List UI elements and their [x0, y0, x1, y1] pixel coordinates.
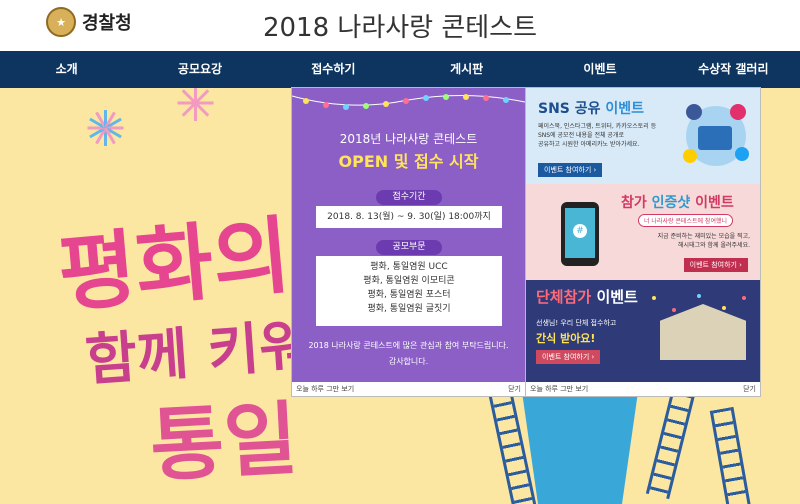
- page-title: 2018 나라사랑 콘테스트: [262, 13, 538, 43]
- hashtag-icon: #: [573, 224, 587, 238]
- group-title-part: 이벤트: [596, 288, 638, 306]
- ladder-illustration-icon: [709, 406, 755, 504]
- group-event-title: 단체참가 이벤트: [536, 286, 638, 307]
- desc-line: 지금 준비하는 재미있는 모습을 찍고,: [657, 233, 750, 240]
- desc-line: SNS에 공모전 내용을 전체 공개로: [538, 132, 624, 139]
- nav-item-intro[interactable]: 소개: [0, 51, 133, 88]
- proof-event-title: 참가 인증샷 이벤트: [621, 192, 734, 212]
- category-item: 평화, 통일염원 이모티콘: [363, 276, 455, 286]
- popup-footer: 오늘 하루 그만 보기 닫기: [526, 382, 760, 396]
- string-lights-icon: [292, 94, 525, 110]
- popup-events: SNS 공유 이벤트 페이스북, 인스타그램, 트위터, 카카오스토리 등 SN…: [526, 88, 760, 396]
- social-media-illustration-icon: [683, 104, 749, 166]
- hide-today-link[interactable]: 오늘 하루 그만 보기: [530, 384, 588, 394]
- nav-item-events[interactable]: 이벤트: [533, 51, 666, 88]
- proof-title-part: 참가: [621, 195, 652, 211]
- category-label: 공모부문: [376, 240, 442, 255]
- note-line: 2018 나라사랑 콘테스트에 많은 관심과 참여 부탁드립니다.: [308, 341, 509, 350]
- close-link[interactable]: 닫기: [743, 384, 756, 394]
- group-event-button[interactable]: 이벤트 참여하기 ›: [536, 350, 601, 364]
- category-item: 평화, 통일염원 포스터: [367, 290, 451, 300]
- proof-shot-event-card: # 참가 인증샷 이벤트 너 나라사랑 콘테스트에 참여했니 지금 준비하는 재…: [526, 184, 760, 280]
- note-line: 감사합니다.: [388, 357, 429, 366]
- category-list: 평화, 통일염원 UCC 평화, 통일염원 이모티콘 평화, 통일염원 포스터 …: [316, 256, 502, 326]
- sns-title-part: 이벤트: [605, 101, 645, 117]
- popup-title: OPEN 및 접수 시작: [338, 152, 479, 171]
- desc-line: 공유하고 시원한 아메리카노 받아가세요.: [538, 141, 640, 148]
- hero-text-unification: 통일: [147, 391, 300, 493]
- confetti-decoration-icon: [652, 294, 746, 312]
- group-title-part: 단체참가: [536, 288, 597, 306]
- category-item: 평화, 통일염원 글짓기: [367, 304, 451, 314]
- popup-subtitle: 2018년 나라사랑 콘테스트: [339, 132, 478, 146]
- category-item: 평화, 통일염원 UCC: [370, 262, 448, 272]
- proof-event-button[interactable]: 이벤트 참여하기 ›: [683, 258, 748, 272]
- hide-today-link[interactable]: 오늘 하루 그만 보기: [296, 384, 354, 394]
- close-link[interactable]: 닫기: [508, 384, 521, 394]
- nav-item-board[interactable]: 게시판: [400, 51, 533, 88]
- site-header: ★ 경찰청 2018 나라사랑 콘테스트: [0, 0, 800, 51]
- nav-item-guidelines[interactable]: 공모요강: [133, 51, 266, 88]
- sns-event-button[interactable]: 이벤트 참여하기 ›: [538, 163, 603, 177]
- group-event-card: 단체참가 이벤트 선생님! 우리 단체 접수하고 간식 받아요! 이벤트 참여하…: [526, 280, 760, 382]
- proof-title-part: 이벤트: [690, 195, 734, 211]
- main-nav: 소개 공모요강 접수하기 게시판 이벤트 수상작 갤러리: [0, 51, 800, 88]
- popup-open-announcement: 2018년 나라사랑 콘테스트 OPEN 및 접수 시작 접수기간 2018. …: [292, 88, 525, 396]
- period-value: 2018. 8. 13(월) ~ 9. 30(일) 18:00까지: [316, 206, 502, 228]
- illustration-tower: [520, 378, 640, 504]
- group-desc-line1: 선생님! 우리 단체 접수하고: [536, 319, 617, 327]
- sns-event-title: SNS 공유 이벤트: [538, 98, 644, 118]
- sns-event-desc: 페이스북, 인스타그램, 트위터, 카카오스토리 등 SNS에 공모전 내용을 …: [538, 122, 656, 149]
- popup-note: 2018 나라사랑 콘테스트에 많은 관심과 참여 부탁드립니다. 감사합니다.: [292, 338, 525, 370]
- group-desc-line2: 간식 받아요!: [536, 332, 596, 345]
- desc-line: 페이스북, 인스타그램, 트위터, 카카오스토리 등: [538, 123, 657, 130]
- nav-item-submit[interactable]: 접수하기: [267, 51, 400, 88]
- proof-speech-bubble: 너 나라사랑 콘테스트에 참여했니: [638, 214, 734, 227]
- sns-event-card: SNS 공유 이벤트 페이스북, 인스타그램, 트위터, 카카오스토리 등 SN…: [526, 88, 760, 184]
- nav-item-gallery[interactable]: 수상작 갤러리: [667, 51, 800, 88]
- period-label: 접수기간: [376, 190, 442, 205]
- proof-event-desc: 지금 준비하는 재미있는 모습을 찍고, 해시태그와 함께 올려주세요.: [658, 232, 750, 250]
- proof-title-part: 인증샷: [651, 195, 691, 211]
- popup-footer: 오늘 하루 그만 보기 닫기: [292, 382, 525, 396]
- sns-title-part: SNS 공유: [538, 101, 606, 117]
- desc-line: 해시태그와 함께 올려주세요.: [678, 242, 750, 249]
